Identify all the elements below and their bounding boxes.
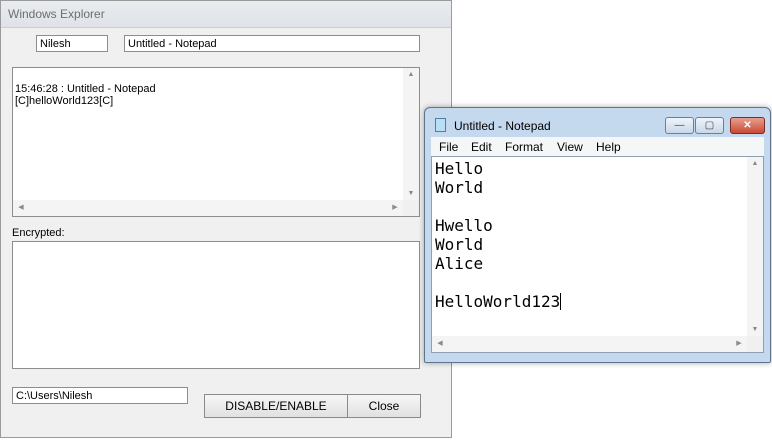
notepad-text-area[interactable]: Hello World Hwello World Alice HelloWorl… [431,156,764,353]
log-vertical-scrollbar[interactable]: ▲ ▼ [403,68,419,200]
log-horizontal-scrollbar[interactable]: ◀ ▶ [13,200,403,216]
dialog-title: Windows Explorer [8,7,105,21]
text-line: Alice [435,254,484,273]
text-line-last: HelloWorld123 [435,292,562,311]
log-line: [C]helloWorld123[C] [15,95,114,107]
scrollbar-corner [747,336,763,352]
text-line: HelloWorld123 [435,292,561,311]
notepad-icon [435,118,446,132]
encrypted-textbox[interactable] [12,241,420,369]
scroll-down-icon[interactable]: ▼ [403,190,419,197]
disable-enable-button[interactable]: DISABLE/ENABLE [204,394,348,418]
scroll-down-icon[interactable]: ▼ [747,326,763,333]
dialog-title-bar[interactable]: Windows Explorer [1,1,451,28]
text-line [435,197,561,216]
menu-format[interactable]: Format [505,140,543,154]
text-line: World [435,178,484,197]
notepad-menu-bar: File Edit Format View Help [431,137,764,156]
close-button[interactable]: Close [347,394,421,418]
notepad-vertical-scrollbar[interactable]: ▲ ▼ [747,157,763,336]
text-line: World [435,235,484,254]
explorer-dialog: Windows Explorer Nilesh Untitled - Notep… [0,0,452,438]
log-text: 15:46:28 : Untitled - Notepad [C]helloWo… [15,83,156,107]
scroll-up-icon[interactable]: ▲ [403,71,419,78]
text-line: Hwello [435,216,493,235]
user-name-field[interactable]: Nilesh [36,35,108,52]
notepad-content: Hello World Hwello World Alice HelloWorl… [435,159,562,311]
scroll-left-icon[interactable]: ◀ [432,339,448,347]
menu-view[interactable]: View [557,140,583,154]
window-title-field[interactable]: Untitled - Notepad [124,35,420,52]
scroll-up-icon[interactable]: ▲ [747,160,763,167]
notepad-horizontal-scrollbar[interactable]: ◀ ▶ [432,336,747,352]
close-icon: ✕ [743,120,752,131]
maximize-icon: ▢ [704,120,715,131]
minimize-button[interactable]: — [665,117,694,134]
maximize-button[interactable]: ▢ [695,117,724,134]
log-textbox[interactable]: 15:46:28 : Untitled - Notepad [C]helloWo… [12,67,420,217]
menu-file[interactable]: File [439,140,458,154]
minimize-icon: — [674,120,685,131]
window-close-button[interactable]: ✕ [730,117,765,134]
scroll-right-icon[interactable]: ▶ [387,203,403,211]
text-line: Hello [435,159,484,178]
notepad-title: Untitled - Notepad [454,119,551,133]
path-field[interactable]: C:\Users\Nilesh [12,387,188,404]
scroll-left-icon[interactable]: ◀ [13,203,29,211]
encrypted-label: Encrypted: [12,227,65,239]
text-caret [560,293,562,310]
menu-help[interactable]: Help [596,140,621,154]
menu-edit[interactable]: Edit [471,140,492,154]
scroll-right-icon[interactable]: ▶ [731,339,747,347]
text-line [435,273,561,292]
scrollbar-corner [403,200,419,216]
log-line: 15:46:28 : Untitled - Notepad [15,83,156,95]
notepad-window: Untitled - Notepad — ▢ ✕ File Edit Forma… [424,107,771,363]
